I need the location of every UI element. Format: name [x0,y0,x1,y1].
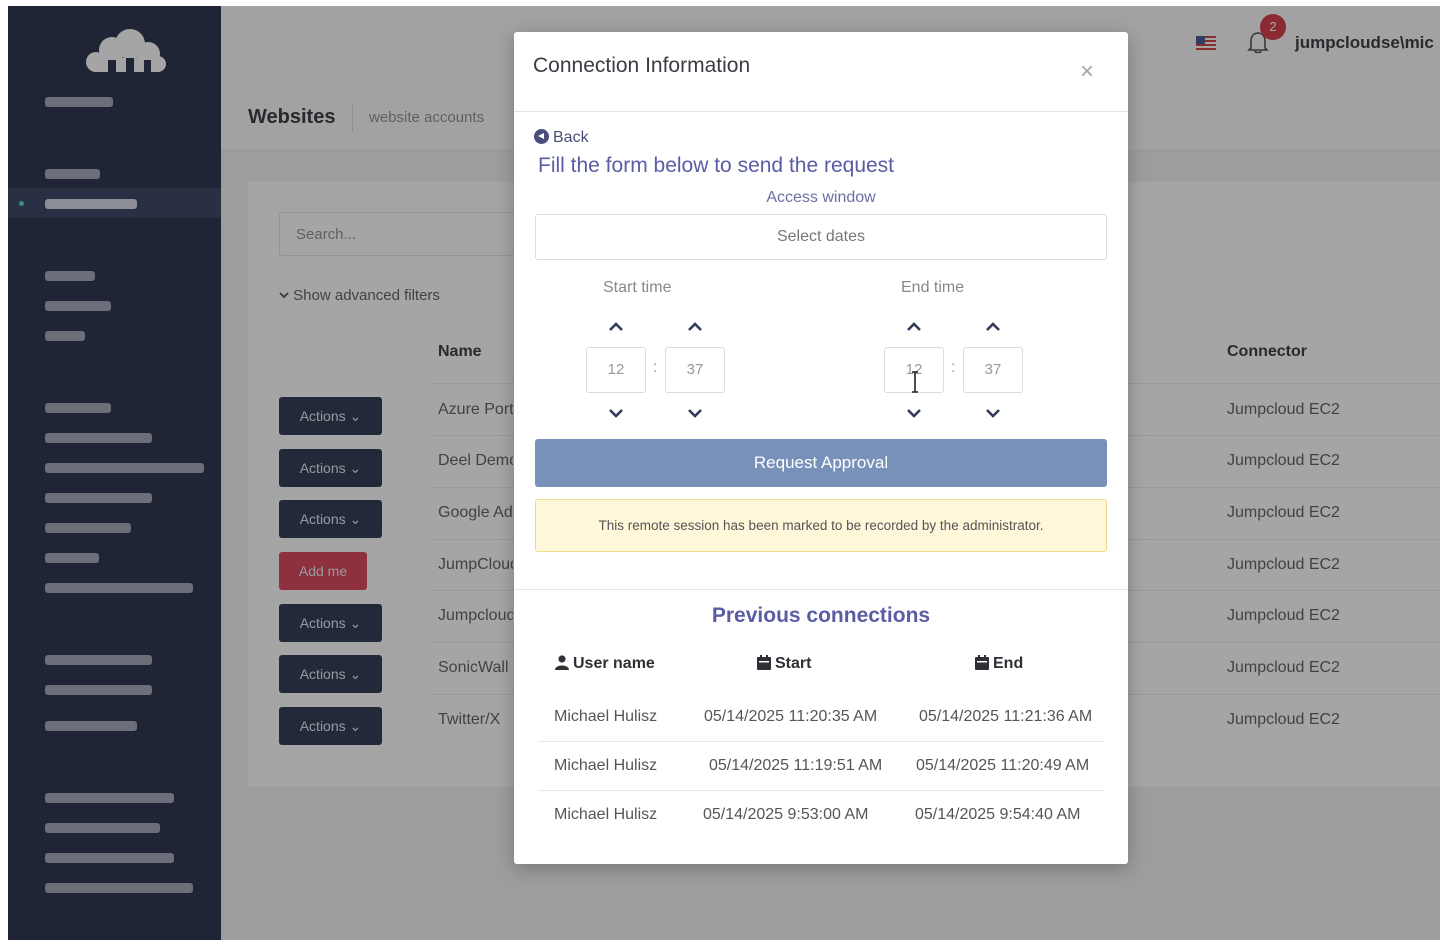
time-separator: : [951,359,956,376]
time-separator: : [653,359,658,376]
request-approval-button[interactable]: Request Approval [535,439,1107,487]
previous-connections-title: Previous connections [711,604,931,627]
column-header-end: End [975,655,1023,673]
connection-user: Michael Hulisz [554,806,658,823]
chevron-down-icon[interactable] [905,407,923,419]
chevron-down-icon[interactable] [984,407,1002,419]
recording-notice: This remote session has been marked to b… [535,499,1107,552]
end-minute-input[interactable]: 37 [963,347,1023,393]
back-link[interactable]: Back [534,129,589,147]
end-time-label: End time [901,279,965,296]
chevron-down-icon[interactable] [686,407,704,419]
start-minute-input[interactable]: 37 [665,347,725,393]
modal-divider [514,589,1128,590]
calendar-icon [757,655,771,670]
row-divider [538,741,1104,742]
access-window-label: Access window [766,189,876,206]
connection-end: 05/14/2025 11:21:36 AM [919,708,1093,725]
modal-title: Connection Information [533,54,751,77]
back-circle-icon [534,129,549,144]
chevron-up-icon[interactable] [905,321,923,333]
start-time-label: Start time [603,279,672,296]
text-cursor-icon [912,371,918,393]
column-header-user: User name [555,655,655,673]
form-title: Fill the form below to send the request [538,154,895,177]
column-header-start: Start [757,655,811,673]
connection-start: 05/14/2025 11:20:35 AM [704,708,878,725]
connection-end: 05/14/2025 9:54:40 AM [915,806,1081,823]
close-icon[interactable]: × [1080,60,1094,84]
chevron-up-icon[interactable] [686,321,704,333]
modal-divider [514,111,1128,112]
connection-user: Michael Hulisz [554,757,658,774]
connection-end: 05/14/2025 11:20:49 AM [916,757,1090,774]
connection-info-modal: Connection Information × Back Fill the f… [514,32,1128,864]
select-dates-input[interactable]: Select dates [535,214,1107,260]
app-window: 2 jumpcloudse\mic Websites website accou… [8,6,1440,940]
user-icon [555,655,569,670]
chevron-up-icon[interactable] [984,321,1002,333]
start-hour-input[interactable]: 12 [586,347,646,393]
chevron-down-icon[interactable] [607,407,625,419]
connection-user: Michael Hulisz [554,708,658,725]
calendar-icon [975,655,989,670]
connection-start: 05/14/2025 9:53:00 AM [703,806,869,823]
back-label: Back [553,129,589,146]
row-divider [538,790,1104,791]
connection-start: 05/14/2025 11:19:51 AM [709,757,883,774]
chevron-up-icon[interactable] [607,321,625,333]
